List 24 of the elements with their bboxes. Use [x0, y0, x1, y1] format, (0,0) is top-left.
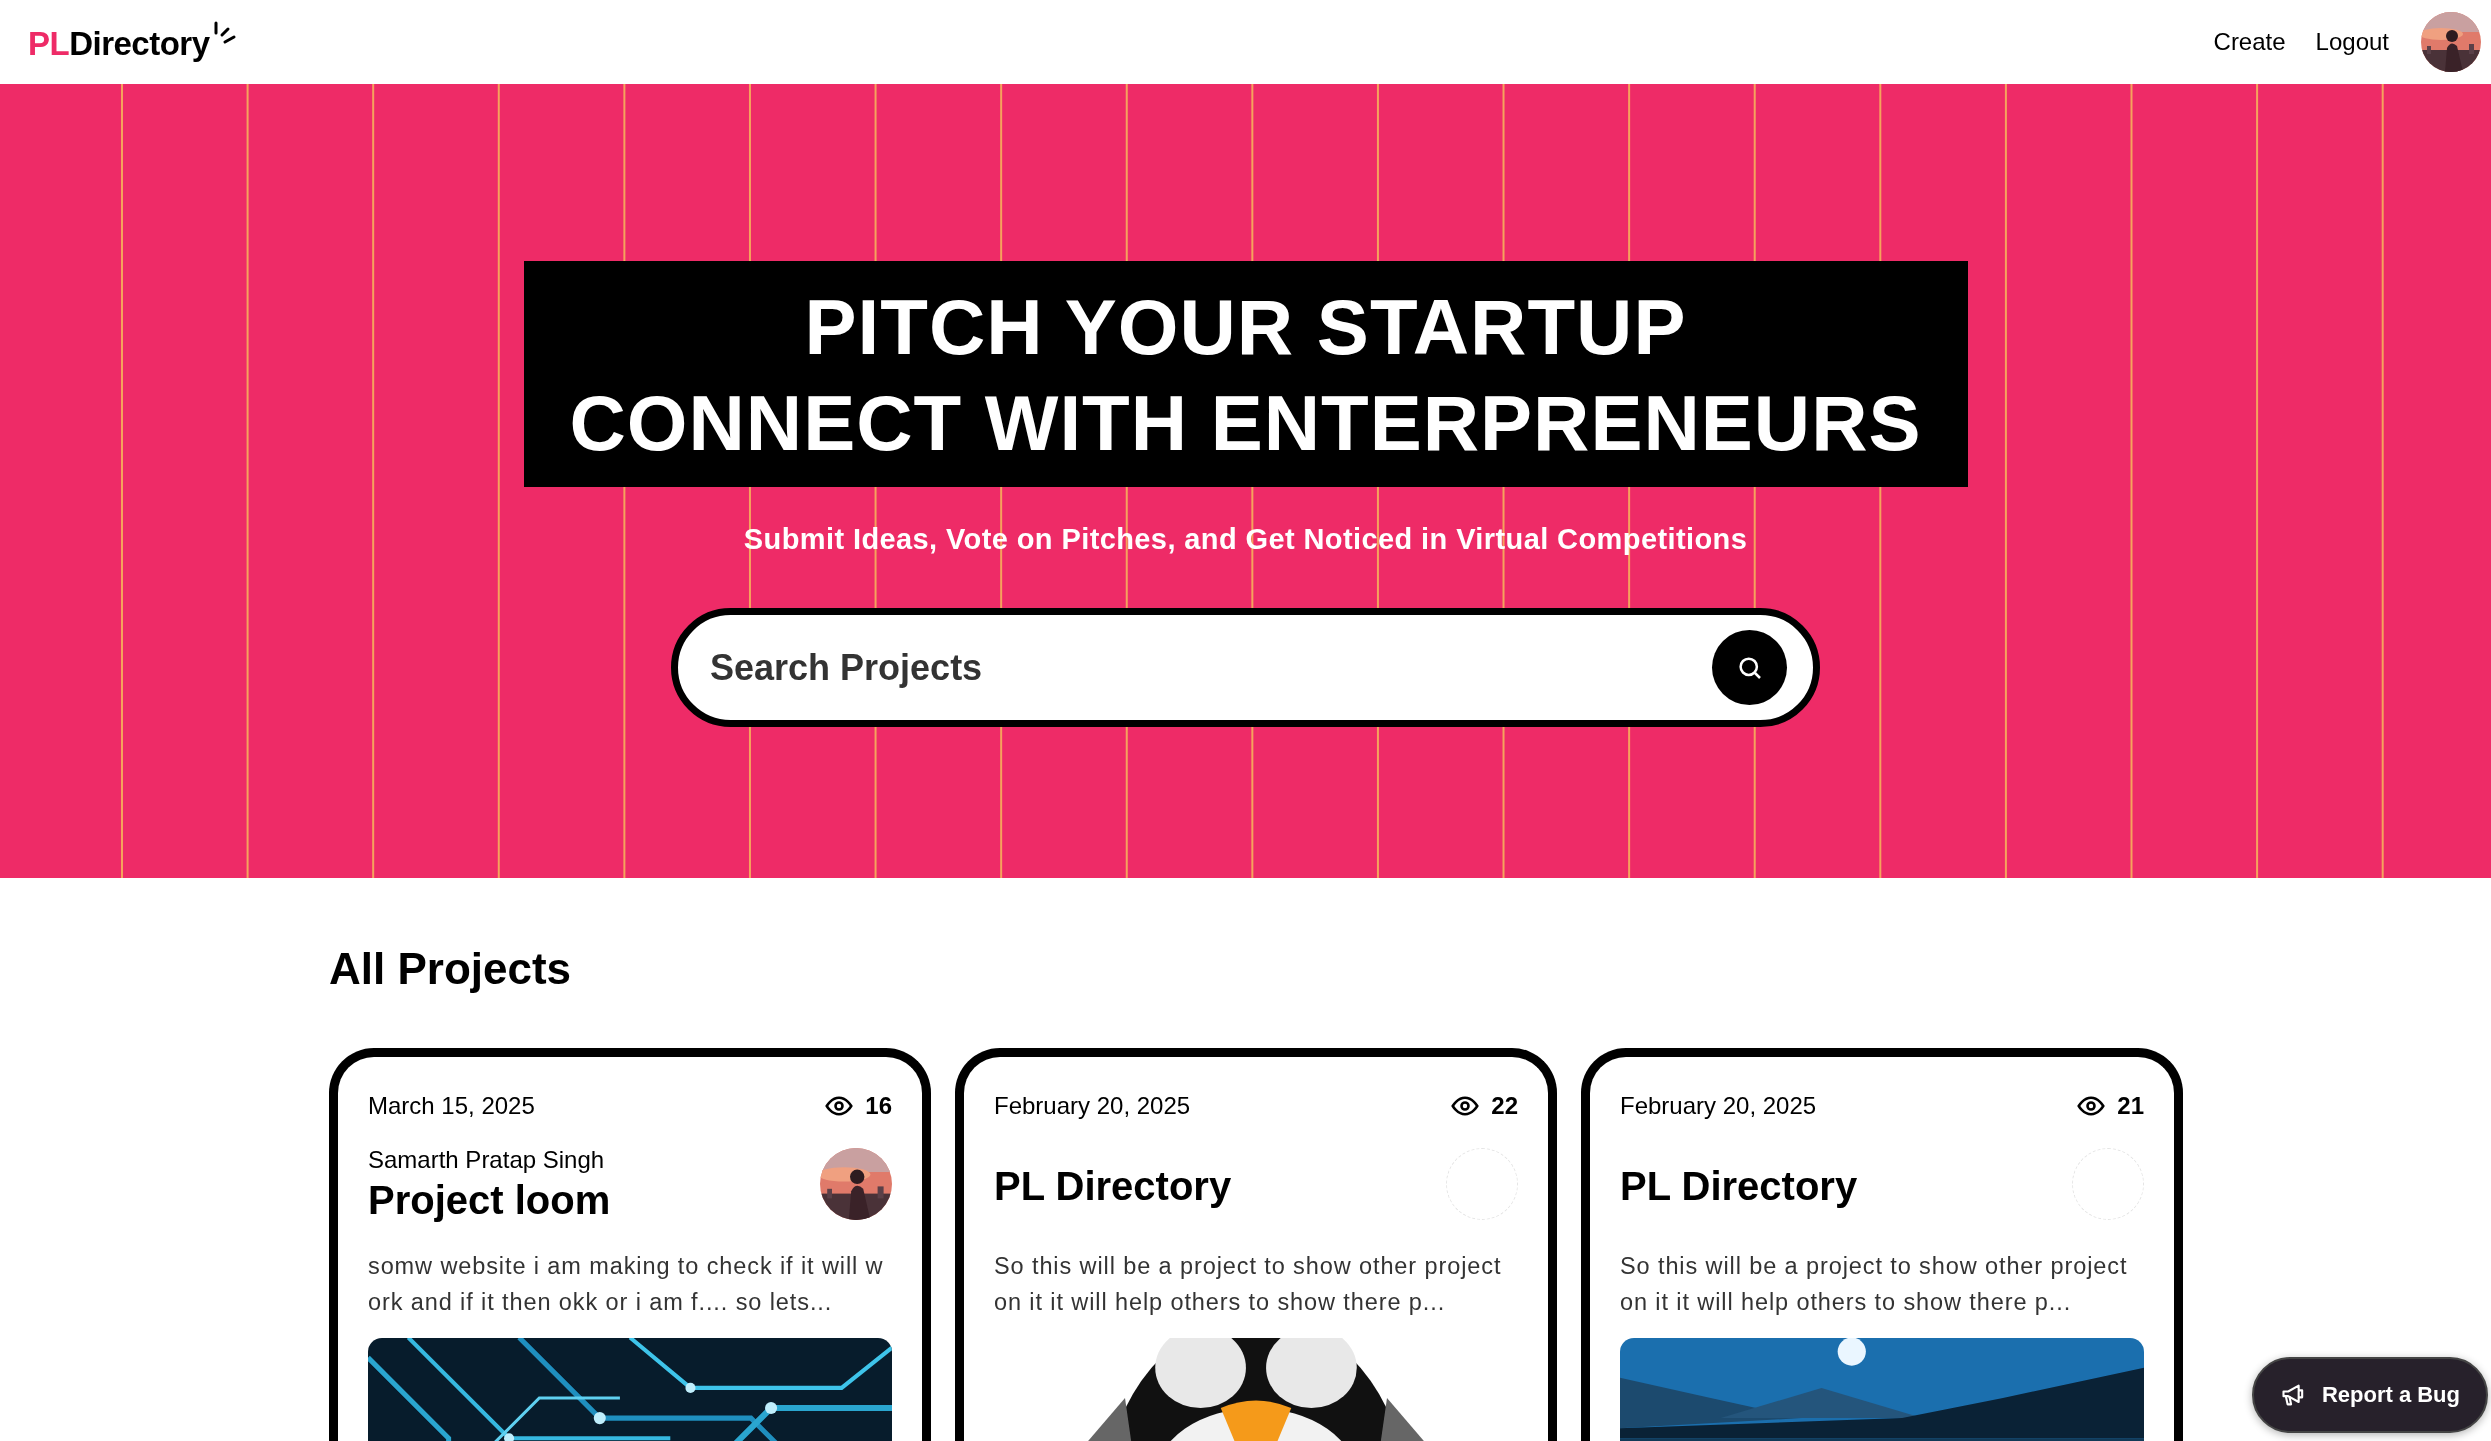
project-description: somw website i am making to check if it will work and if it then okk or i am f.... so lets...	[368, 1252, 885, 1317]
project-card[interactable]: March 15, 2025 16 Samarth Pratap Singh Project loom somw website i am making to check if it will work and if it then okk or i am f.... so lets...	[329, 1048, 931, 1441]
project-title: PL Directory	[994, 1163, 1232, 1209]
date-text: February 20, 2025	[994, 1092, 1191, 1120]
logo[interactable]: PLDirectory	[28, 25, 210, 63]
view-count: 16	[865, 1092, 892, 1120]
view-count: 21	[2117, 1092, 2144, 1120]
project-title: Project loom	[368, 1177, 611, 1223]
hero-title: PITCH YOUR STARTUP CONNECT WITH ENTERPRENEURS	[523, 261, 1968, 487]
author-name: Samarth Pratap Singh	[368, 1145, 606, 1174]
nav-link[interactable]: Logout	[2315, 28, 2389, 56]
nav-link[interactable]: Create	[2213, 28, 2286, 56]
date-text: March 15, 2025	[368, 1092, 535, 1120]
project-description: So this will be a project to show other project on it it will help others to show there p...	[994, 1252, 1503, 1317]
view-count: 22	[1491, 1092, 1518, 1120]
project-description: So this will be a project to show other project on it it will help others to show there p...	[1620, 1252, 2129, 1317]
project-title: PL Directory	[1620, 1163, 1858, 1209]
search-input[interactable]: Search Projects	[708, 645, 1712, 690]
section-heading: All Projects	[329, 944, 573, 994]
project-card[interactable]: February 20, 2025 22 PL Directory So this will be a project to show other project on it it will help others to show there p...	[955, 1048, 1557, 1441]
report-bug-button[interactable]: Report a Bug	[2251, 1357, 2488, 1433]
search-field[interactable]: Search Projects	[671, 608, 1820, 727]
project-card[interactable]: February 20, 2025 21 PL Directory So this will be a project to show other project on it it will help others to show there p...	[1581, 1048, 2183, 1441]
date-text: February 20, 2025	[1620, 1092, 1817, 1120]
